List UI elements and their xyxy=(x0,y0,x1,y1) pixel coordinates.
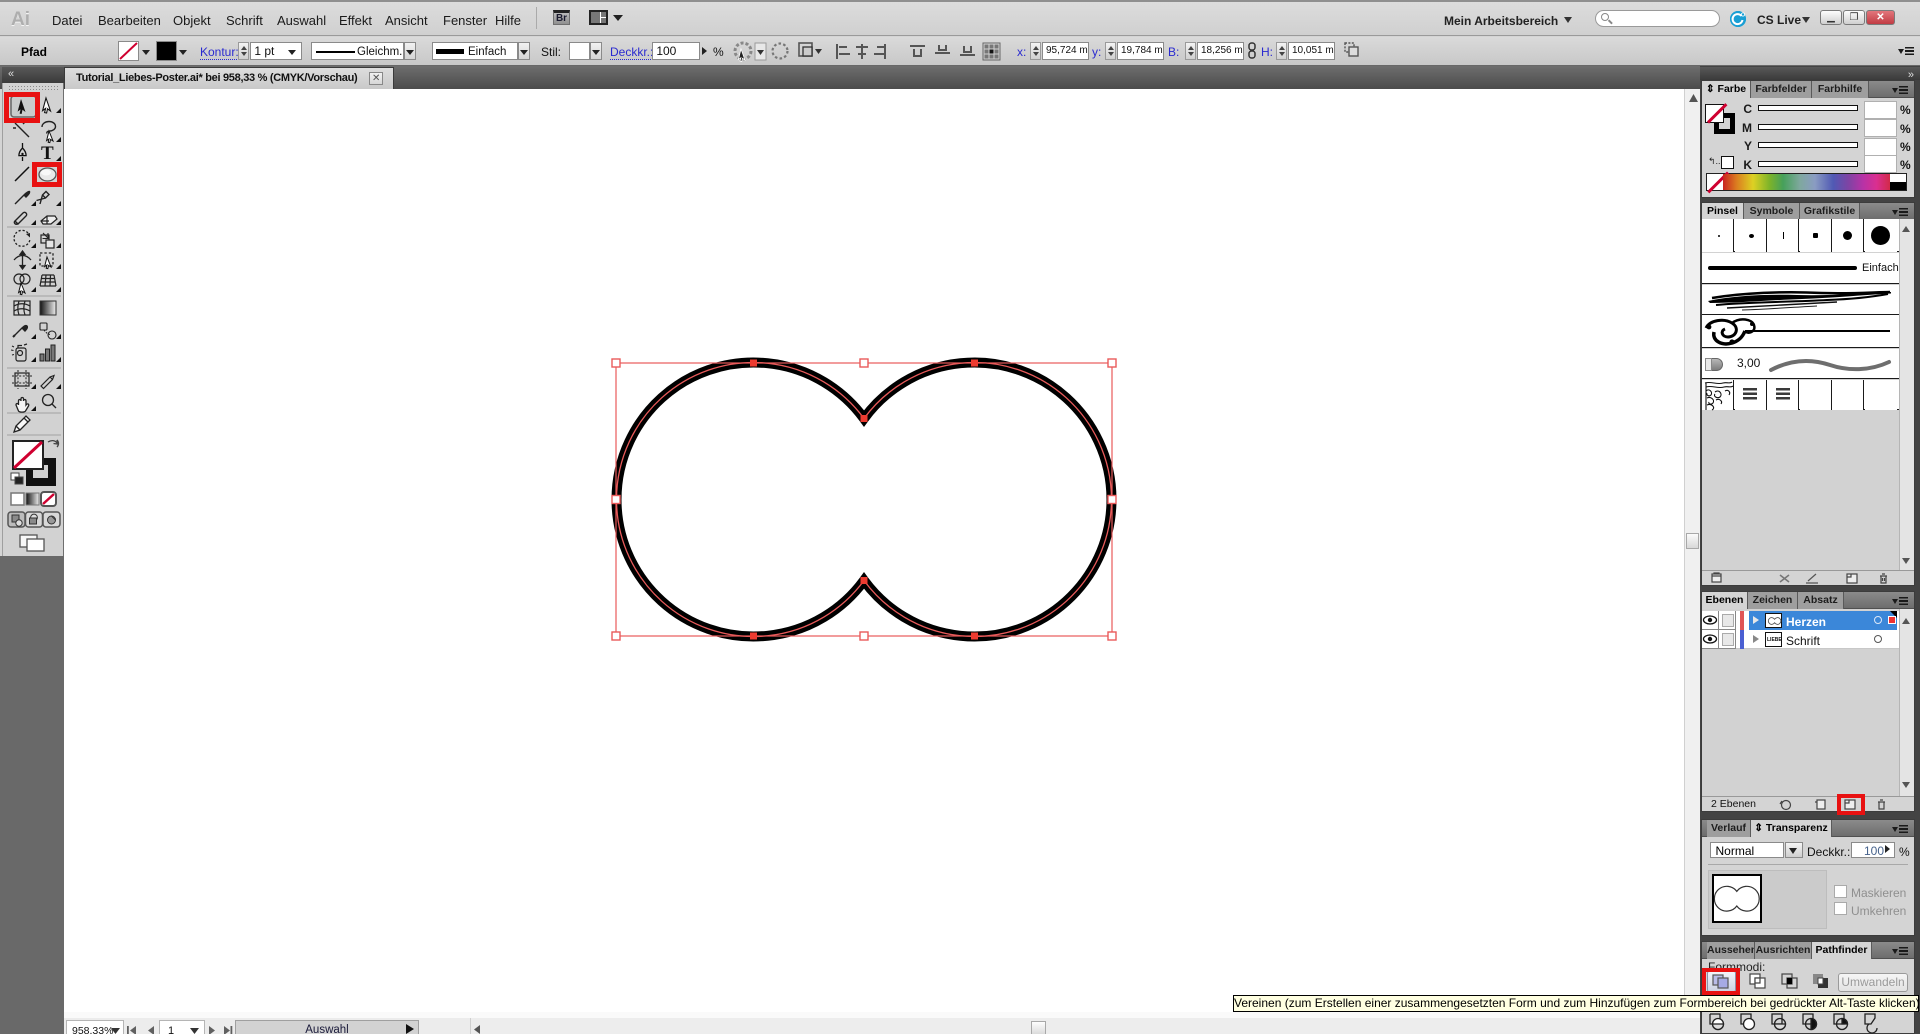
svg-text:T: T xyxy=(41,143,54,164)
